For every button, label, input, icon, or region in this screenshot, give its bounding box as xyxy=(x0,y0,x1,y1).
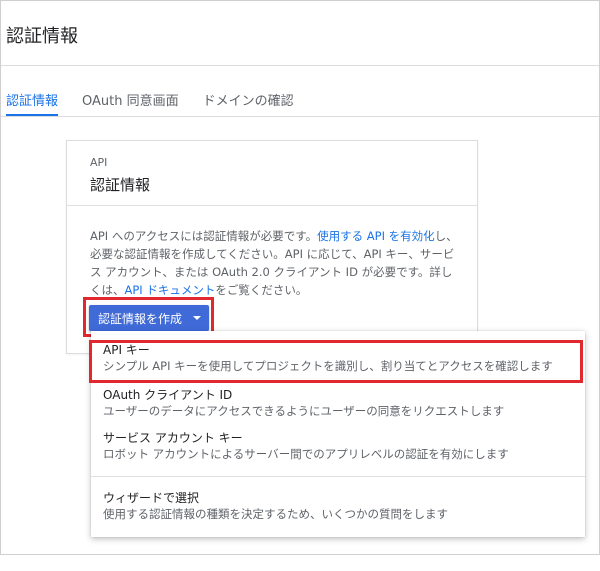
menu-item-title: サービス アカウント キー xyxy=(103,431,243,445)
page-title: 認証情報 xyxy=(6,26,78,47)
tab-domain-verification[interactable]: ドメインの確認 xyxy=(203,90,294,116)
create-credentials-menu: API キー シンプル API キーを使用してプロジェクトを識別し、割り当てとア… xyxy=(91,331,585,537)
menu-item-api-key[interactable]: API キー シンプル API キーを使用してプロジェクトを識別し、割り当てとア… xyxy=(91,342,585,374)
tab-oauth-consent[interactable]: OAuth 同意画面 xyxy=(82,90,179,116)
menu-item-desc: ロボット アカウントによるサーバー間でのアプリレベルの認証を有効にします xyxy=(103,447,509,461)
menu-item-oauth-client-id[interactable]: OAuth クライアント ID ユーザーのデータにアクセスできるようにユーザーの… xyxy=(91,387,585,419)
create-credentials-label: 認証情報を作成 xyxy=(98,311,183,326)
tab-bar: 認証情報 OAuth 同意画面 ドメインの確認 xyxy=(6,90,318,116)
menu-item-title: ウィザードで選択 xyxy=(103,491,200,505)
card-description: API へのアクセスには認証情報が必要です。使用する API を有効化し、必要な… xyxy=(90,227,462,299)
card-divider xyxy=(67,205,477,206)
tabs-divider xyxy=(1,116,599,117)
header-divider xyxy=(1,65,599,66)
menu-item-title: API キー xyxy=(103,343,150,357)
description-text-3: をご覧ください。 xyxy=(215,283,308,297)
caret-down-icon xyxy=(193,316,201,320)
menu-divider xyxy=(91,476,585,477)
card-kicker: API xyxy=(90,156,108,169)
card-title: 認証情報 xyxy=(90,176,151,194)
menu-item-service-account-key[interactable]: サービス アカウント キー ロボット アカウントによるサーバー間でのアプリレベル… xyxy=(91,430,585,462)
create-credentials-button[interactable]: 認証情報を作成 xyxy=(89,305,209,331)
menu-item-desc: ユーザーのデータにアクセスできるようにユーザーの同意をリクエストします xyxy=(103,404,505,418)
description-text-1: API へのアクセスには認証情報が必要です。 xyxy=(90,229,318,243)
api-docs-link[interactable]: API ドキュメント xyxy=(125,283,216,297)
menu-item-desc: シンプル API キーを使用してプロジェクトを識別し、割り当てとアクセスを確認し… xyxy=(103,359,553,373)
menu-item-wizard[interactable]: ウィザードで選択 使用する認証情報の種類を決定するため、いくつかの質問をします xyxy=(91,490,585,522)
menu-item-title: OAuth クライアント ID xyxy=(103,388,233,402)
menu-item-desc: 使用する認証情報の種類を決定するため、いくつかの質問をします xyxy=(103,507,448,521)
enable-api-link[interactable]: 使用する API を有効化 xyxy=(317,229,435,243)
tab-credentials[interactable]: 認証情報 xyxy=(6,90,59,116)
